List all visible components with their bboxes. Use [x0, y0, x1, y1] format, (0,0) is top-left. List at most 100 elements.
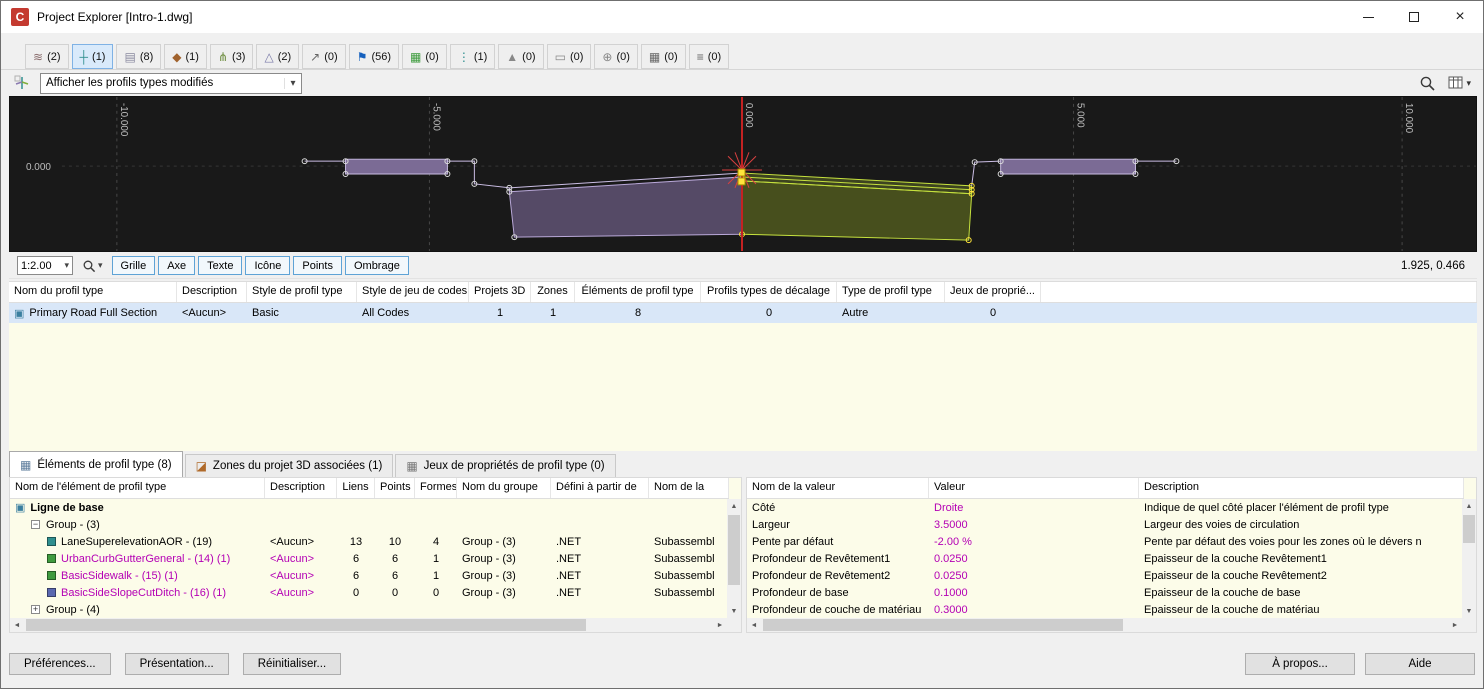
- object-tab-parcels[interactable]: ▭ (0): [546, 44, 592, 69]
- table-row[interactable]: BasicSidewalk - (15) (1) <Aucun> 6 6 1 Group …: [10, 567, 729, 584]
- column-header[interactable]: Jeux de proprié...: [945, 282, 1041, 302]
- table-row[interactable]: ▣ Primary Road Full Section <Aucun> Basic Al…: [9, 303, 1477, 323]
- value: 0.0250: [934, 552, 968, 565]
- close-button[interactable]: ×: [1437, 1, 1483, 33]
- vertical-scrollbar[interactable]: ▲ ▼: [727, 499, 741, 618]
- reset-button[interactable]: Réinitialiser...: [242, 653, 342, 675]
- tab-property-sets[interactable]: ▦ Jeux de propriétés de profil type (0): [395, 454, 616, 477]
- shading-toggle[interactable]: Ombrage: [344, 256, 409, 275]
- table-row[interactable]: Largeur 3.5000 Largeur des voies de circul…: [747, 516, 1464, 533]
- zoom-tool-button[interactable]: ▾: [76, 256, 109, 275]
- scrollbar-thumb[interactable]: [26, 619, 586, 631]
- object-tab-surfaces[interactable]: ▲ (0): [498, 44, 544, 69]
- object-tab-pressure-networks[interactable]: △ (2): [256, 44, 300, 69]
- object-tab-intersections[interactable]: ◆ (1): [164, 44, 207, 69]
- table-row[interactable]: Côté Droite Indique de quel côté placer l'…: [747, 499, 1464, 516]
- column-header[interactable]: Valeur: [929, 478, 1139, 498]
- column-header[interactable]: Type de profil type: [837, 282, 945, 302]
- object-tab-point-groups[interactable]: ▦ (0): [402, 44, 447, 69]
- object-tab-points[interactable]: ⚑ (56): [348, 44, 400, 69]
- column-header[interactable]: Description: [177, 282, 247, 302]
- column-header[interactable]: Nom de l'élément de profil type: [10, 478, 265, 498]
- table-row[interactable]: Pente par défaut -2.00 % Pente par défaut …: [747, 533, 1464, 550]
- table-row[interactable]: + Group - (4): [10, 601, 729, 618]
- column-header[interactable]: Description: [265, 478, 337, 498]
- scroll-right-button[interactable]: ►: [1448, 618, 1462, 632]
- corridors-icon: ▤: [124, 49, 136, 64]
- scroll-up-button[interactable]: ▲: [1462, 499, 1476, 513]
- column-header[interactable]: Style de jeu de codes: [357, 282, 469, 302]
- points-toggle[interactable]: Points: [293, 256, 342, 275]
- display-filter-dropdown[interactable]: Afficher les profils types modifiés ▾: [40, 72, 302, 94]
- maximize-icon: [1409, 12, 1419, 22]
- help-button[interactable]: Aide: [1365, 653, 1475, 675]
- tree-expander-icon[interactable]: +: [31, 605, 40, 614]
- horizontal-scrollbar[interactable]: ◄ ►: [10, 618, 727, 632]
- scroll-up-button[interactable]: ▲: [727, 499, 741, 513]
- table-row[interactable]: Profondeur de couche de matériau 0.3000 Ep…: [747, 601, 1464, 618]
- object-tab-alignments[interactable]: ≋ (2): [25, 44, 69, 69]
- value-name: Largeur: [752, 518, 790, 531]
- table-row[interactable]: ▣ Ligne de base: [10, 499, 729, 516]
- vertical-scrollbar[interactable]: ▲ ▼: [1462, 499, 1476, 618]
- scroll-left-button[interactable]: ◄: [10, 618, 24, 632]
- scroll-down-button[interactable]: ▼: [727, 604, 741, 618]
- object-tab-pipe-networks[interactable]: ⋔ (3): [209, 44, 254, 69]
- section-viewport[interactable]: -10.000 -5.000 0.000 5.000 10.000 0.000: [9, 96, 1477, 252]
- table-row[interactable]: BasicSideSlopeCutDitch - (16) (1) <Aucun>…: [10, 584, 729, 601]
- text-toggle[interactable]: Texte: [198, 256, 243, 275]
- object-tab-profiles[interactable]: ↗ (0): [302, 44, 346, 69]
- scrollbar-thumb[interactable]: [728, 515, 740, 585]
- horizontal-scrollbar[interactable]: ◄ ►: [747, 618, 1462, 632]
- column-header[interactable]: Nom du groupe: [457, 478, 551, 498]
- scrollbar-thumb[interactable]: [1463, 515, 1475, 543]
- search-button[interactable]: [1417, 73, 1438, 94]
- column-header[interactable]: Nom du profil type: [9, 282, 177, 302]
- object-tab-tables[interactable]: ▦ (0): [640, 44, 686, 69]
- preferences-button[interactable]: Préférences...: [9, 653, 111, 675]
- column-header[interactable]: Points: [375, 478, 415, 498]
- table-row[interactable]: − Group - (3): [10, 516, 729, 533]
- column-header[interactable]: Éléments de profil type: [575, 282, 701, 302]
- table-row[interactable]: LaneSuperelevationAOR - (19) <Aucun> 13 10 4…: [10, 533, 729, 550]
- column-header[interactable]: Projets 3D: [469, 282, 531, 302]
- tab-zones[interactable]: ◪ Zones du projet 3D associées (1): [184, 454, 394, 477]
- scale-combo[interactable]: 1:2.00 ▾: [17, 256, 73, 275]
- about-button[interactable]: À propos...: [1245, 653, 1355, 675]
- minimize-button[interactable]: [1345, 1, 1391, 33]
- cell: [337, 516, 375, 533]
- column-header[interactable]: Formes: [415, 478, 457, 498]
- column-header[interactable]: Zones: [531, 282, 575, 302]
- tab-elements[interactable]: ▦ Éléments de profil type (8): [9, 451, 183, 477]
- column-header[interactable]: Nom de la: [649, 478, 729, 498]
- table-row[interactable]: Profondeur de Revêtement1 0.0250 Epaisseur…: [747, 550, 1464, 567]
- column-options-button[interactable]: ▾: [1446, 74, 1473, 92]
- object-tab-assemblies[interactable]: ┼ (1): [71, 44, 114, 69]
- presentation-button[interactable]: Présentation...: [124, 653, 229, 675]
- column-header[interactable]: Profils types de décalage: [701, 282, 837, 302]
- column-header[interactable]: Style de profil type: [247, 282, 357, 302]
- scroll-left-button[interactable]: ◄: [747, 618, 761, 632]
- object-tab-sample-lines[interactable]: ⋮ (1): [449, 44, 496, 69]
- table-row[interactable]: UrbanCurbGutterGeneral - (14) (1) <Aucun>…: [10, 550, 729, 567]
- table-row[interactable]: Profondeur de Revêtement2 0.0250 Epaisseur…: [747, 567, 1464, 584]
- column-header[interactable]: Liens: [337, 478, 375, 498]
- axis-toggle[interactable]: Axe: [158, 256, 196, 275]
- column-header[interactable]: Description: [1139, 478, 1464, 498]
- subassembly-icon: [47, 571, 56, 580]
- object-tab-property-sets[interactable]: ≡ (0): [688, 44, 730, 69]
- scroll-down-button[interactable]: ▼: [1462, 604, 1476, 618]
- grid-toggle[interactable]: Grille: [111, 256, 156, 275]
- table-row[interactable]: Profondeur de base 0.1000 Epaisseur de la …: [747, 584, 1464, 601]
- object-tab-survey[interactable]: ⊕ (0): [594, 44, 638, 69]
- column-header[interactable]: Nom de la valeur: [747, 478, 929, 498]
- scrollbar-thumb[interactable]: [763, 619, 1123, 631]
- tree-expander-icon[interactable]: −: [31, 520, 40, 529]
- footer-right-buttons: À propos... Aide: [1245, 653, 1475, 675]
- icon-toggle[interactable]: Icône: [245, 256, 291, 275]
- scroll-right-button[interactable]: ►: [713, 618, 727, 632]
- maximize-button[interactable]: [1391, 1, 1437, 33]
- profile-type-tool-button[interactable]: [11, 72, 33, 94]
- object-tab-corridors[interactable]: ▤ (8): [116, 44, 162, 69]
- column-header[interactable]: Défini à partir de: [551, 478, 649, 498]
